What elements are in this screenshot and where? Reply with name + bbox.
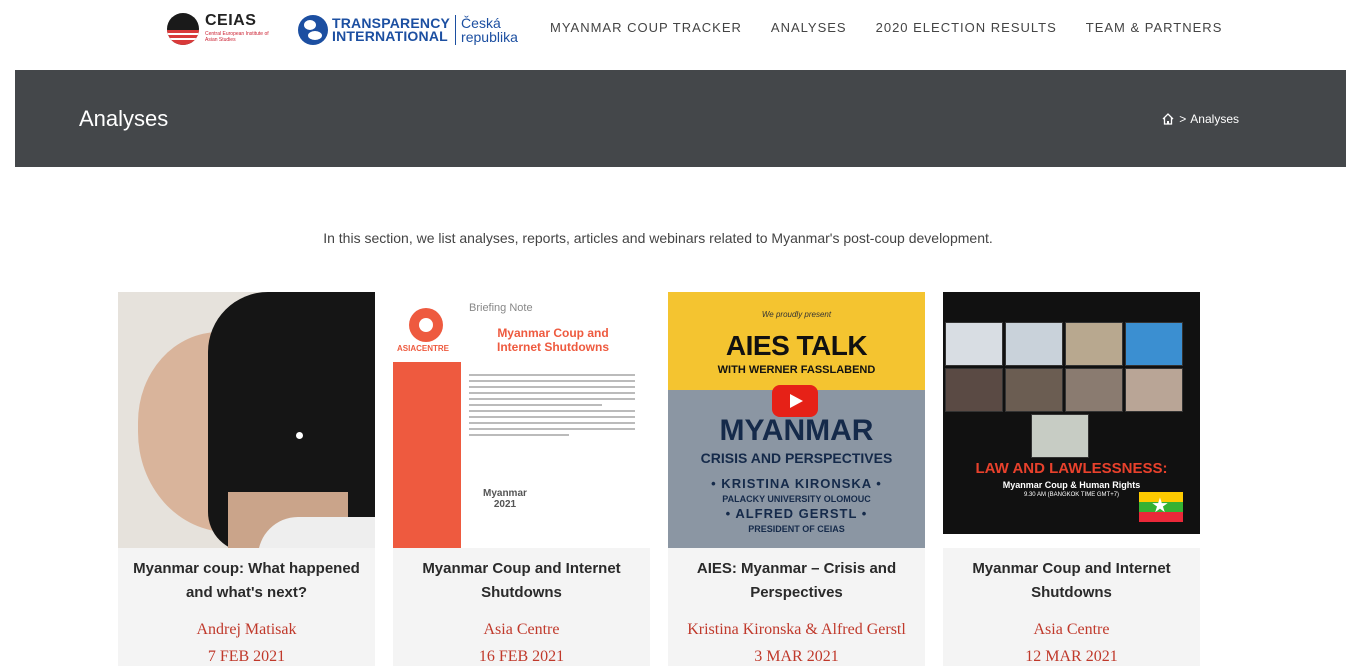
ti-logo-line2: INTERNATIONAL bbox=[332, 28, 448, 44]
card-thumbnail[interactable] bbox=[118, 292, 375, 548]
video-speaker: • ALFRED GERSTL • bbox=[725, 506, 868, 521]
breadcrumb: > Analyses bbox=[1161, 112, 1239, 126]
video-country: MYANMAR bbox=[719, 414, 874, 447]
briefing-note-year: 2021 bbox=[493, 499, 517, 510]
briefing-note-country: Myanmar bbox=[483, 488, 527, 499]
transparency-international-logo[interactable]: TRANSPARENCY INTERNATIONAL Česká republi… bbox=[298, 13, 528, 47]
video-talk-title: AIES TALK bbox=[725, 330, 868, 361]
site-header: CEIAS Central European Institute of Asia… bbox=[0, 0, 1346, 62]
ceias-logo-icon bbox=[167, 13, 199, 45]
briefing-note-title: Myanmar Coup and Internet Shutdowns bbox=[497, 326, 609, 354]
video-speaker-affiliation: PALACKY UNIVERSITY OLOMOUC bbox=[722, 494, 871, 504]
card-title-line: AIES: Myanmar – Crisis and bbox=[696, 560, 897, 577]
page-title-banner: Analyses > Analyses bbox=[15, 70, 1346, 167]
analysis-card[interactable]: We proudly present AIES TALK WITH WERNER… bbox=[668, 292, 925, 666]
page-title: Analyses bbox=[79, 106, 169, 131]
card-date: 16 FEB 2021 bbox=[478, 648, 565, 665]
ceias-logo-subtitle: Central European Institute of Asian Stud… bbox=[205, 31, 269, 43]
ti-logo-country-line1: Česká bbox=[461, 15, 501, 31]
main-nav: MYANMAR COUP TRACKER ANALYSES 2020 ELECT… bbox=[550, 20, 1222, 35]
home-icon[interactable] bbox=[1161, 112, 1175, 126]
card-title[interactable]: Myanmar coup: What happened and what's n… bbox=[122, 557, 371, 605]
nav-item-2020-election-results[interactable]: 2020 ELECTION RESULTS bbox=[876, 20, 1057, 35]
video-speaker: • KRISTINA KIRONSKA • bbox=[711, 476, 882, 491]
card-thumbnail[interactable]: LAW AND LAWLESSNESS: Myanmar Coup & Huma… bbox=[943, 292, 1200, 548]
analysis-card[interactable]: LAW AND LAWLESSNESS: Myanmar Coup & Huma… bbox=[943, 292, 1200, 666]
card-title-line: Myanmar Coup and Internet bbox=[422, 560, 621, 577]
card-author[interactable]: Andrej Matisak bbox=[118, 621, 375, 639]
video-host: WITH WERNER FASSLABEND bbox=[717, 364, 876, 376]
video-intro-text: We proudly present bbox=[761, 310, 832, 319]
card-date: 12 MAR 2021 bbox=[1025, 648, 1118, 665]
ti-globe-icon bbox=[298, 15, 328, 45]
myanmar-flag-icon: ★ bbox=[1139, 492, 1183, 522]
webinar-subtitle: Myanmar Coup & Human Rights bbox=[1002, 480, 1141, 490]
card-author[interactable]: Kristina Kironska & Alfred Gerstl bbox=[668, 621, 925, 639]
ceias-logo[interactable]: CEIAS Central European Institute of Asia… bbox=[167, 13, 277, 49]
breadcrumb-current: Analyses bbox=[1190, 112, 1239, 126]
nav-item-myanmar-coup-tracker[interactable]: MYANMAR COUP TRACKER bbox=[550, 20, 742, 35]
ti-logo-divider bbox=[455, 15, 457, 45]
card-title[interactable]: Myanmar Coup and Internet Shutdowns bbox=[947, 557, 1196, 605]
card-title-line: and what's next? bbox=[185, 584, 308, 601]
card-author[interactable]: Asia Centre bbox=[393, 621, 650, 639]
card-date: 7 FEB 2021 bbox=[207, 648, 286, 665]
video-thumbnail[interactable]: We proudly present AIES TALK WITH WERNER… bbox=[668, 292, 925, 548]
card-title-line: Shutdowns bbox=[1031, 584, 1112, 601]
ceias-logo-name: CEIAS bbox=[205, 12, 257, 29]
video-subtitle: CRISIS AND PERSPECTIVES bbox=[700, 450, 893, 466]
card-thumbnail[interactable]: ASIACENTRE Briefing Note Myanmar Coup an… bbox=[393, 292, 650, 548]
nav-item-analyses[interactable]: ANALYSES bbox=[771, 20, 847, 35]
card-title[interactable]: AIES: Myanmar – Crisis and Perspectives bbox=[672, 557, 921, 605]
briefing-note-label: Briefing Note bbox=[469, 302, 533, 314]
nav-item-team-partners[interactable]: TEAM & PARTNERS bbox=[1086, 20, 1223, 35]
card-title[interactable]: Myanmar Coup and Internet Shutdowns bbox=[397, 557, 646, 605]
webinar-headline: LAW AND LAWLESSNESS: bbox=[975, 460, 1168, 477]
breadcrumb-separator: > bbox=[1179, 112, 1187, 126]
ti-logo-country-line2: republika bbox=[461, 29, 518, 45]
section-intro: In this section, we list analyses, repor… bbox=[323, 230, 993, 246]
card-author[interactable]: Asia Centre bbox=[943, 621, 1200, 639]
asia-centre-logo-text: ASIACENTRE bbox=[397, 344, 450, 353]
card-title-line: Shutdowns bbox=[481, 584, 562, 601]
card-title-line: Myanmar coup: What happened bbox=[133, 560, 360, 577]
analysis-card[interactable]: ASIACENTRE Briefing Note Myanmar Coup an… bbox=[393, 292, 650, 666]
analysis-card[interactable]: Myanmar coup: What happened and what's n… bbox=[118, 292, 375, 666]
video-speaker-affiliation: PRESIDENT OF CEIAS bbox=[748, 524, 845, 534]
card-date: 3 MAR 2021 bbox=[754, 648, 839, 665]
card-title-line: Perspectives bbox=[750, 584, 843, 601]
play-icon[interactable] bbox=[772, 385, 818, 417]
card-title-line: Myanmar Coup and Internet bbox=[972, 560, 1171, 577]
asia-centre-logo-icon bbox=[409, 308, 443, 342]
